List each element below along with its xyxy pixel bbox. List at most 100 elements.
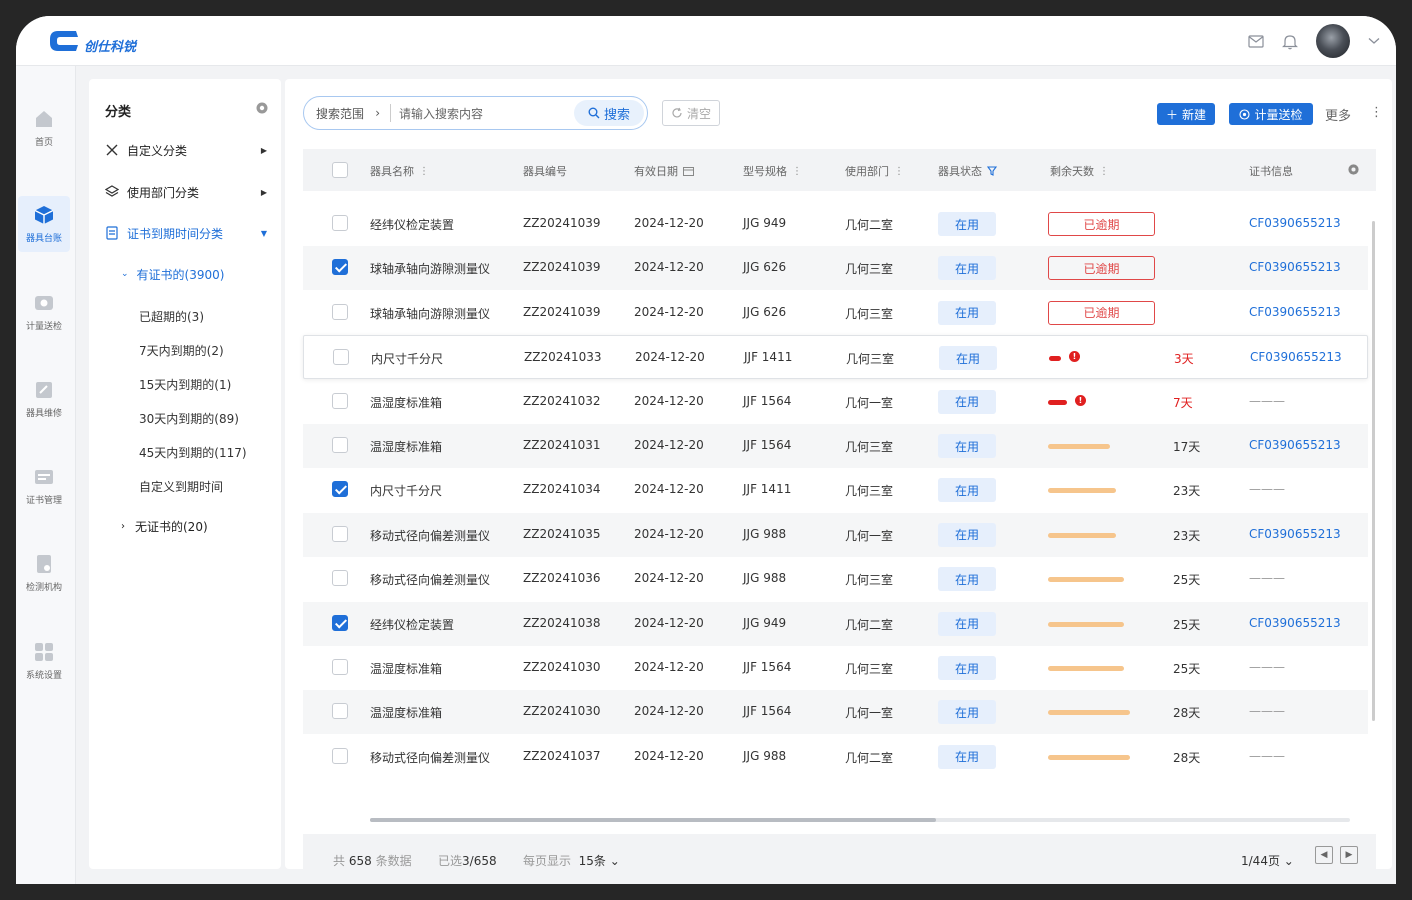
row-checkbox[interactable]	[332, 525, 348, 542]
table-row[interactable]: 球轴承轴向游隙测量仪 ZZ20241039 2024-12-20 JJG 626 几何三…	[303, 246, 1368, 291]
column-label: 器具状态	[938, 165, 982, 178]
sub-item-overdue[interactable]: 已超期的(3)	[139, 308, 204, 325]
send-for-metering-button[interactable]: 计量送检	[1229, 103, 1313, 125]
table-row[interactable]: 移动式径向偏差测量仪 ZZ20241037 2024-12-20 JJG 988 几何二…	[303, 735, 1368, 779]
vertical-scrollbar[interactable]	[1372, 221, 1375, 721]
clear-button-label: 清空	[686, 106, 711, 121]
table-row[interactable]: 内尺寸千分尺 ZZ20241033 2024-12-20 JJF 1411 几何三室 在用…	[303, 335, 1368, 380]
page-indicator[interactable]: 1/44页 ⌄	[1241, 852, 1294, 869]
certificate-link[interactable]: CF0390655213	[1249, 616, 1341, 630]
nav-item-metering[interactable]: 计量送检	[18, 284, 70, 340]
sub-item-45days[interactable]: 45天内到期的(117)	[139, 444, 247, 461]
category-cert-expiry[interactable]: 证书到期时间分类 ▼	[105, 223, 267, 243]
avatar[interactable]	[1316, 24, 1350, 58]
table-row[interactable]: 温湿度标准箱 ZZ20241030 2024-12-20 JJF 1564 几何三室 在用…	[303, 646, 1368, 690]
column-header-remaining[interactable]: 剩余天数 ⋮	[1050, 163, 1109, 179]
column-header-dept[interactable]: 使用部门 ⋮	[845, 163, 904, 179]
mail-icon[interactable]	[1248, 34, 1264, 48]
category-department[interactable]: 使用部门分类 ▶	[105, 182, 267, 202]
cell-dept: 几何三室	[846, 352, 895, 367]
gear-icon[interactable]	[1347, 163, 1360, 176]
clear-button[interactable]: 清空	[662, 100, 720, 126]
row-checkbox[interactable]	[333, 349, 349, 366]
overdue-badge: 已逾期	[1048, 212, 1155, 236]
row-checkbox[interactable]	[332, 437, 348, 453]
nav-item-repair[interactable]: 器具维修	[18, 371, 70, 427]
nav-item-labs[interactable]: 检测机构	[18, 545, 70, 601]
search-button[interactable]: 搜索	[574, 100, 644, 126]
calendar-icon[interactable]	[683, 166, 694, 176]
certificate-link[interactable]: CF0390655213	[1249, 260, 1341, 274]
row-checkbox[interactable]	[332, 303, 348, 320]
more-vertical-icon[interactable]: ⋮	[419, 166, 429, 177]
column-header-code[interactable]: 器具编号	[523, 163, 567, 179]
row-checkbox[interactable]	[332, 259, 348, 276]
more-vertical-icon[interactable]: ⋮	[1099, 166, 1109, 177]
row-checkbox[interactable]	[332, 392, 348, 409]
sub-item-7days[interactable]: 7天内到期的(2)	[139, 342, 224, 359]
sub-item-15days[interactable]: 15天内到期的(1)	[139, 376, 231, 393]
brand-logo[interactable]: 创仕科锐	[46, 26, 136, 55]
row-checkbox[interactable]	[332, 703, 348, 720]
more-vertical-icon[interactable]: ⋮	[792, 166, 802, 177]
page-size-select[interactable]: 每页显示 15条 ⌄	[523, 852, 620, 869]
table-row[interactable]: 温湿度标准箱 ZZ20241031 2024-12-20 JJF 1564 几何三室 在用…	[303, 424, 1368, 468]
nav-item-certificates[interactable]: 证书管理	[18, 458, 70, 514]
nav-item-equipment-ledger[interactable]: 器具台账	[18, 196, 70, 252]
row-checkbox[interactable]	[332, 659, 348, 675]
new-button[interactable]: ＋ 新建	[1157, 103, 1215, 125]
row-checkbox[interactable]	[332, 614, 348, 631]
category-panel: 分类 自定义分类 ▶ 使用部门分类 ▶ 证书到期时间分类 ▼ ⌄ 有证书的(39…	[89, 79, 281, 869]
cell-date: 2024-12-20	[634, 393, 704, 408]
search-scope-select[interactable]: 搜索范围 ›	[316, 105, 386, 122]
table-row[interactable]: 移动式径向偏差测量仪 ZZ20241036 2024-12-20 JJG 988 几何三…	[303, 557, 1368, 601]
table-row[interactable]: 温湿度标准箱 ZZ20241032 2024-12-20 JJF 1564 几何一室 在用…	[303, 380, 1368, 424]
table-row[interactable]: 经纬仪检定装置 ZZ20241038 2024-12-20 JJG 949 几何二室 在用…	[303, 601, 1368, 646]
row-checkbox[interactable]	[332, 481, 348, 498]
bell-icon[interactable]	[1282, 33, 1298, 50]
certificate-link[interactable]: CF0390655213	[1250, 350, 1342, 364]
table-row[interactable]: 球轴承轴向游隙测量仪 ZZ20241039 2024-12-20 JJG 626 几何三…	[303, 291, 1368, 335]
column-header-model[interactable]: 型号规格 ⋮	[743, 163, 802, 179]
column-header-date[interactable]: 有效日期	[634, 163, 694, 179]
cell-date: 2024-12-20	[634, 748, 704, 763]
status-badge: 在用	[938, 434, 996, 458]
select-all-checkbox[interactable]	[332, 162, 348, 178]
more-button[interactable]: 更多	[1325, 105, 1351, 124]
chevron-down-icon[interactable]	[1368, 37, 1380, 45]
certificate-link[interactable]: CF0390655213	[1249, 216, 1341, 230]
column-header-cert[interactable]: 证书信息	[1249, 163, 1293, 179]
horizontal-scrollbar-thumb[interactable]	[370, 818, 936, 822]
more-dots-icon[interactable]: ⋮	[1370, 105, 1383, 120]
app-window: 创仕科锐 首页 器具台账 计量送检 器具维修 证书管理 检测机构 系统设置 分类…	[16, 16, 1396, 884]
table-row[interactable]: 温湿度标准箱 ZZ20241030 2024-12-20 JJF 1564 几何一室 在用…	[303, 690, 1368, 735]
prev-page-button[interactable]: ◀	[1315, 846, 1333, 864]
category-custom[interactable]: 自定义分类 ▶	[105, 140, 267, 160]
certificate-link[interactable]: CF0390655213	[1249, 438, 1341, 452]
search-input[interactable]: 请输入搜索内容	[399, 105, 574, 122]
row-checkbox[interactable]	[332, 747, 348, 764]
top-bar: 创仕科锐	[16, 16, 1396, 66]
row-checkbox[interactable]	[332, 570, 348, 587]
sub-item-30days[interactable]: 30天内到期的(89)	[139, 410, 239, 427]
certificate-link[interactable]: CF0390655213	[1249, 305, 1341, 319]
sub-item-custom-expiry[interactable]: 自定义到期时间	[139, 478, 223, 495]
table-row[interactable]: 移动式径向偏差测量仪 ZZ20241035 2024-12-20 JJG 988 几何一…	[303, 512, 1368, 557]
table-row[interactable]: 内尺寸千分尺 ZZ20241034 2024-12-20 JJF 1411 几何三室 在用…	[303, 468, 1368, 512]
group-with-cert[interactable]: ⌄ 有证书的(3900)	[121, 264, 267, 284]
cell-name: 经纬仪检定装置	[370, 218, 455, 232]
certificate-link[interactable]: CF0390655213	[1249, 527, 1341, 541]
group-no-cert[interactable]: › 无证书的(20)	[121, 516, 267, 536]
nav-item-home[interactable]: 首页	[18, 100, 70, 156]
more-vertical-icon[interactable]: ⋮	[894, 166, 904, 177]
overdue-badge: 已逾期	[1048, 256, 1155, 281]
gear-icon[interactable]	[255, 101, 269, 115]
column-header-status[interactable]: 器具状态	[938, 163, 997, 179]
row-checkbox[interactable]	[332, 215, 348, 231]
next-page-button[interactable]: ▶	[1340, 846, 1358, 864]
table-row[interactable]: 经纬仪检定装置 ZZ20241039 2024-12-20 JJG 949 几何二室 在用…	[303, 202, 1368, 246]
nav-item-settings[interactable]: 系统设置	[18, 633, 70, 689]
cell-name: 经纬仪检定装置	[370, 617, 455, 632]
column-header-name[interactable]: 器具名称 ⋮	[370, 163, 429, 179]
filter-icon[interactable]	[987, 166, 997, 176]
